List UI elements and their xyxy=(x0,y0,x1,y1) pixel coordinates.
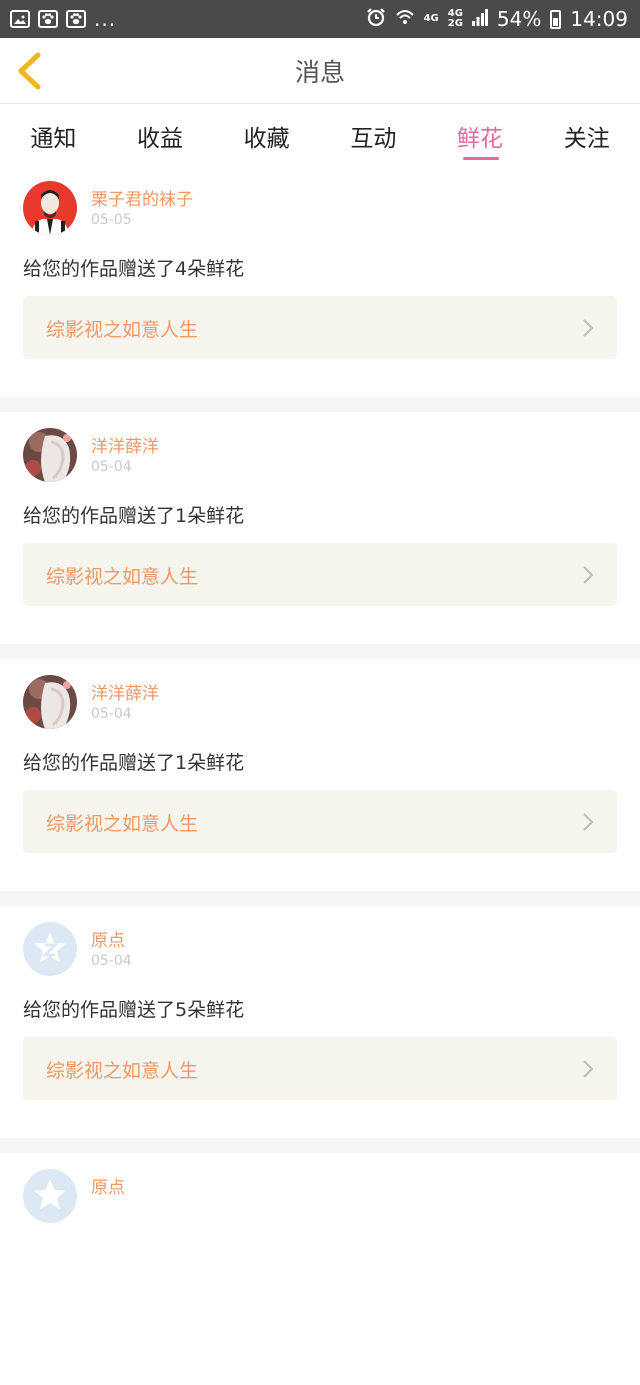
chevron-right-icon xyxy=(583,1060,594,1078)
avatar-default-icon[interactable] xyxy=(23,1169,77,1223)
divider xyxy=(0,891,640,906)
sender-name[interactable]: 原点 xyxy=(91,926,125,951)
page-title: 消息 xyxy=(294,57,345,87)
alarm-icon xyxy=(366,7,386,32)
list-item: 洋洋薛洋 05-04 给您的作品赠送了1朵鲜花 综影视之如意人生 xyxy=(0,659,640,891)
message-date: 05-05 xyxy=(91,212,132,228)
tab-bar: 通知 收益 收藏 互动 鲜花 关注 xyxy=(0,105,640,165)
app-header: 消息 xyxy=(0,38,640,104)
tab-follows[interactable]: 关注 xyxy=(533,105,640,165)
signal-icon xyxy=(471,7,488,31)
chevron-right-icon xyxy=(583,813,594,831)
chevron-right-icon xyxy=(583,319,594,337)
paw-icon xyxy=(38,10,58,28)
battery-percent: 54% xyxy=(496,7,542,31)
avatar-default-icon[interactable] xyxy=(23,922,77,976)
list-item: 栗子君的袜子 05-05 给您的作品赠送了4朵鲜花 综影视之如意人生 xyxy=(0,165,640,397)
work-title: 综影视之如意人生 xyxy=(46,813,199,835)
message-date: 05-04 xyxy=(91,459,132,475)
message-text: 给您的作品赠送了5朵鲜花 xyxy=(23,999,245,1021)
paw-icon xyxy=(66,10,86,28)
clock: 14:09 xyxy=(570,7,628,31)
work-title: 综影视之如意人生 xyxy=(46,1060,199,1082)
list-item: 原点 05-04 给您的作品赠送了5朵鲜花 综影视之如意人生 xyxy=(0,906,640,1138)
more-notifications-indicator: ... xyxy=(94,7,117,31)
status-bar: ... 4G 4G 2G 54% 14:09 xyxy=(0,0,640,38)
divider xyxy=(0,397,640,412)
back-button[interactable] xyxy=(12,50,52,92)
divider xyxy=(0,1138,640,1153)
divider xyxy=(0,644,640,659)
sender-name[interactable]: 原点 xyxy=(91,1173,125,1198)
sender-name[interactable]: 洋洋薛洋 xyxy=(91,679,159,704)
list-item: 洋洋薛洋 05-04 给您的作品赠送了1朵鲜花 综影视之如意人生 xyxy=(0,412,640,644)
tab-notifications[interactable]: 通知 xyxy=(0,105,107,165)
chevron-right-icon xyxy=(583,566,594,584)
battery-icon xyxy=(550,9,562,29)
sender-name[interactable]: 洋洋薛洋 xyxy=(91,432,159,457)
list-item: 原点 xyxy=(0,1153,640,1385)
dual-network-label: 4G 2G xyxy=(448,9,463,29)
tab-interactions[interactable]: 互动 xyxy=(320,105,427,165)
avatar-red-icon[interactable] xyxy=(23,181,77,235)
avatar-art-icon[interactable] xyxy=(23,675,77,729)
work-link[interactable]: 综影视之如意人生 xyxy=(23,790,617,853)
avatar-art-icon[interactable] xyxy=(23,428,77,482)
network-2g-label: 2G xyxy=(447,18,463,29)
message-date: 05-04 xyxy=(91,706,132,722)
tab-favorites[interactable]: 收藏 xyxy=(213,105,320,165)
message-date: 05-04 xyxy=(91,953,132,969)
message-text: 给您的作品赠送了4朵鲜花 xyxy=(23,258,245,280)
work-link[interactable]: 综影视之如意人生 xyxy=(23,543,617,606)
tab-flowers[interactable]: 鲜花 xyxy=(427,105,534,165)
work-title: 综影视之如意人生 xyxy=(46,566,199,588)
image-icon xyxy=(10,10,30,28)
network-4g-label: 4G xyxy=(423,13,439,24)
work-link[interactable]: 综影视之如意人生 xyxy=(23,296,617,359)
work-title: 综影视之如意人生 xyxy=(46,319,199,341)
work-link[interactable]: 综影视之如意人生 xyxy=(23,1037,617,1100)
message-list: 栗子君的袜子 05-05 给您的作品赠送了4朵鲜花 综影视之如意人生 洋洋薛洋 … xyxy=(0,165,640,1385)
tab-earnings[interactable]: 收益 xyxy=(107,105,214,165)
message-text: 给您的作品赠送了1朵鲜花 xyxy=(23,505,245,527)
message-text: 给您的作品赠送了1朵鲜花 xyxy=(23,752,245,774)
wifi-icon xyxy=(395,7,415,32)
sender-name[interactable]: 栗子君的袜子 xyxy=(91,185,193,210)
chevron-left-icon xyxy=(18,52,41,90)
